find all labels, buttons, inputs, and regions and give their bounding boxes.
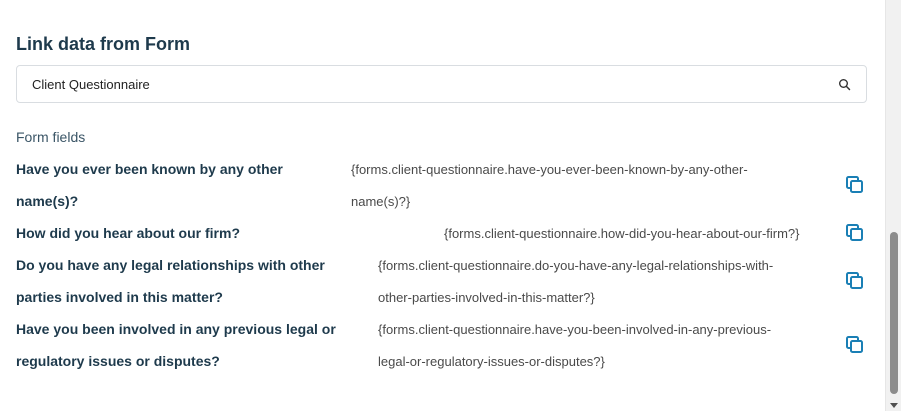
- field-merge-tag: other-parties-involved-in-this-matter?}: [378, 290, 595, 305]
- field-merge-tag: {forms.client-questionnaire.do-you-have-…: [378, 258, 774, 273]
- search-icon[interactable]: [838, 78, 852, 92]
- field-name: Have you ever been known by any other: [16, 161, 283, 177]
- field-name: regulatory issues or disputes?: [16, 353, 220, 369]
- scroll-down-arrow-icon[interactable]: [890, 403, 898, 408]
- copy-icon[interactable]: [845, 271, 865, 291]
- copy-icon[interactable]: [845, 335, 865, 355]
- field-name: How did you hear about our firm?: [16, 225, 240, 241]
- search-value: Client Questionnaire: [32, 77, 150, 92]
- field-name: Do you have any legal relationships with…: [16, 257, 325, 273]
- field-merge-tag: {forms.client-questionnaire.have-you-bee…: [378, 322, 772, 337]
- vertical-scrollbar[interactable]: [885, 0, 901, 411]
- field-name: parties involved in this matter?: [16, 289, 223, 305]
- panel-title: Link data from Form: [16, 34, 191, 54]
- copy-icon[interactable]: [845, 223, 865, 243]
- field-merge-tag: legal-or-regulatory-issues-or-disputes?}: [378, 354, 605, 369]
- link-data-panel: Link data from Form Client Questionnaire…: [0, 0, 885, 411]
- form-fields-label: Form fields: [16, 129, 86, 145]
- field-merge-tag: {forms.client-questionnaire.how-did-you-…: [444, 226, 800, 241]
- field-merge-tag: name(s)?}: [351, 194, 411, 209]
- field-name: name(s)?: [16, 193, 79, 209]
- copy-icon[interactable]: [845, 175, 865, 195]
- field-merge-tag: {forms.client-questionnaire.have-you-eve…: [351, 162, 748, 177]
- form-search-input[interactable]: Client Questionnaire: [16, 65, 867, 103]
- field-name: Have you been involved in any previous l…: [16, 321, 336, 337]
- scrollbar-thumb[interactable]: [890, 232, 898, 394]
